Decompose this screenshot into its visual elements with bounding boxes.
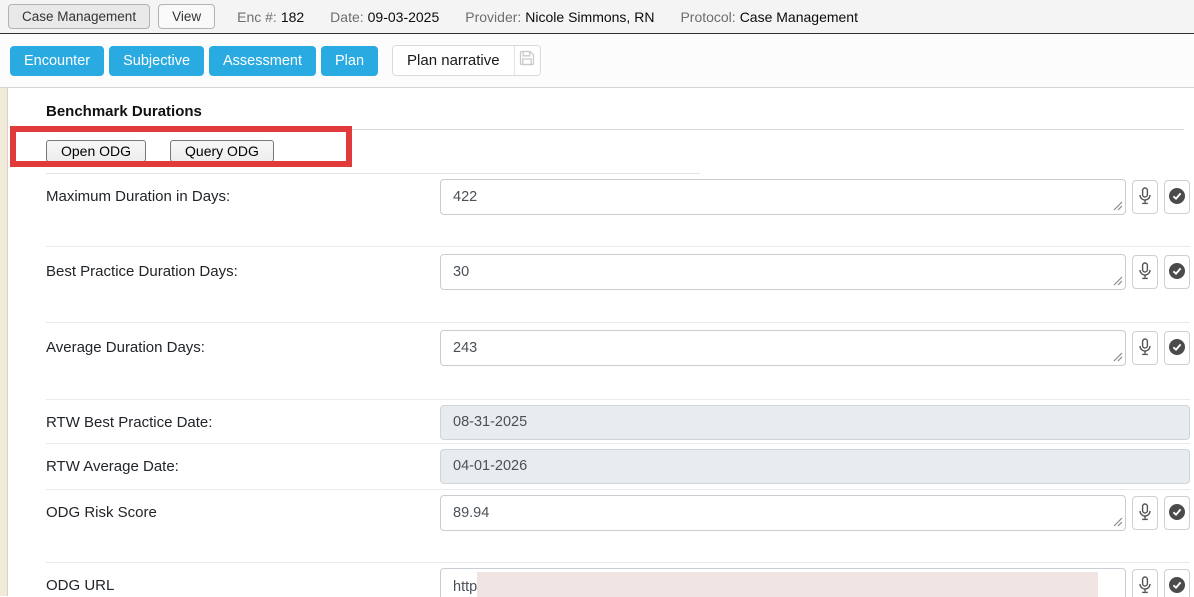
form-row: ODG Risk Score 89.94 [46, 489, 1190, 562]
provider-label: Provider: [465, 9, 521, 25]
check-circle-icon [1169, 504, 1185, 523]
max-duration-label: Maximum Duration in Days: [46, 179, 440, 220]
microphone-button[interactable] [1132, 331, 1158, 365]
microphone-icon [1138, 338, 1152, 359]
section-title: Benchmark Durations [46, 103, 202, 120]
tab-encounter[interactable]: Encounter [10, 46, 104, 76]
microphone-icon [1138, 576, 1152, 597]
top-header-bar: Case Management View Enc #:182 Date: 09-0… [0, 0, 1194, 34]
tab-assessment[interactable]: Assessment [209, 46, 316, 76]
encounter-number-label: Enc #: [237, 9, 277, 25]
best-practice-duration-label: Best Practice Duration Days: [46, 254, 440, 295]
rtw-average-date-label: RTW Average Date: [46, 449, 440, 484]
confirm-button[interactable] [1164, 255, 1190, 289]
check-circle-icon [1169, 339, 1185, 358]
form-row: RTW Average Date: 04-01-2026 [46, 443, 1190, 489]
protocol: Protocol: Case Management [680, 9, 858, 25]
tab-plan[interactable]: Plan [321, 46, 378, 76]
encounter-date-label: Date: [330, 9, 363, 25]
case-management-button[interactable]: Case Management [8, 4, 150, 29]
microphone-icon [1138, 187, 1152, 208]
max-duration-input[interactable]: 422 [440, 179, 1126, 215]
odg-risk-score-label: ODG Risk Score [46, 495, 440, 536]
best-practice-duration-input[interactable]: 30 [440, 254, 1126, 290]
plan-content-area: Benchmark Durations Open ODG Query ODG M… [0, 88, 1194, 596]
encounter-number: Enc #:182 [237, 9, 304, 25]
provider: Provider:Nicole Simmons, RN [465, 9, 654, 25]
microphone-button[interactable] [1132, 496, 1158, 530]
open-odg-button[interactable]: Open ODG [46, 140, 146, 162]
protocol-label: Protocol: [680, 9, 735, 25]
average-duration-label: Average Duration Days: [46, 330, 440, 371]
plan-narrative-button[interactable]: Plan narrative [393, 46, 514, 75]
form-row: Average Duration Days: 243 [46, 322, 1190, 399]
form-row: RTW Best Practice Date: 08-31-2025 [46, 399, 1190, 443]
benchmark-section-header: Benchmark Durations [46, 88, 1184, 130]
odg-risk-score-input[interactable]: 89.94 [440, 495, 1126, 531]
confirm-button[interactable] [1164, 331, 1190, 365]
microphone-icon [1138, 503, 1152, 524]
check-circle-icon [1169, 577, 1185, 596]
save-narrative-button[interactable] [514, 46, 540, 75]
check-circle-icon [1169, 188, 1185, 207]
save-icon [519, 50, 535, 71]
rtw-average-date-field: 04-01-2026 [440, 449, 1190, 484]
view-button[interactable]: View [158, 4, 215, 29]
query-odg-button[interactable]: Query ODG [170, 140, 274, 162]
microphone-button[interactable] [1132, 180, 1158, 214]
encounter-meta: Enc #:182 Date: 09-03-2025 Provider:Nicol… [237, 9, 858, 25]
confirm-button[interactable] [1164, 180, 1190, 214]
encounter-number-value: 182 [281, 9, 304, 25]
check-circle-icon [1169, 263, 1185, 282]
odg-url-label: ODG URL [46, 568, 440, 597]
provider-value: Nicole Simmons, RN [525, 9, 654, 25]
protocol-value: Case Management [740, 9, 858, 25]
form-row: ODG URL https://st tags=M4 field_sub [46, 562, 1190, 597]
rtw-best-practice-date-field: 08-31-2025 [440, 405, 1190, 440]
rtw-best-practice-date-label: RTW Best Practice Date: [46, 405, 440, 440]
encounter-date-value: 09-03-2025 [368, 9, 440, 25]
microphone-icon [1138, 262, 1152, 283]
microphone-button[interactable] [1132, 255, 1158, 289]
form-row: Best Practice Duration Days: 30 [46, 246, 1190, 322]
odg-button-row: Open ODG Query ODG [46, 130, 700, 174]
microphone-button[interactable] [1132, 569, 1158, 597]
redaction-overlay [477, 572, 1098, 597]
encounter-date: Date: 09-03-2025 [330, 9, 439, 25]
average-duration-input[interactable]: 243 [440, 330, 1126, 366]
tab-subjective[interactable]: Subjective [109, 46, 204, 76]
confirm-button[interactable] [1164, 496, 1190, 530]
section-toolbar: Encounter Subjective Assessment Plan Pla… [0, 34, 1194, 88]
form-row: Maximum Duration in Days: 422 [46, 174, 1190, 246]
left-margin-strip [0, 88, 8, 596]
benchmark-form: Maximum Duration in Days: 422 [46, 174, 1190, 597]
plan-narrative-group: Plan narrative [392, 45, 541, 76]
confirm-button[interactable] [1164, 569, 1190, 597]
